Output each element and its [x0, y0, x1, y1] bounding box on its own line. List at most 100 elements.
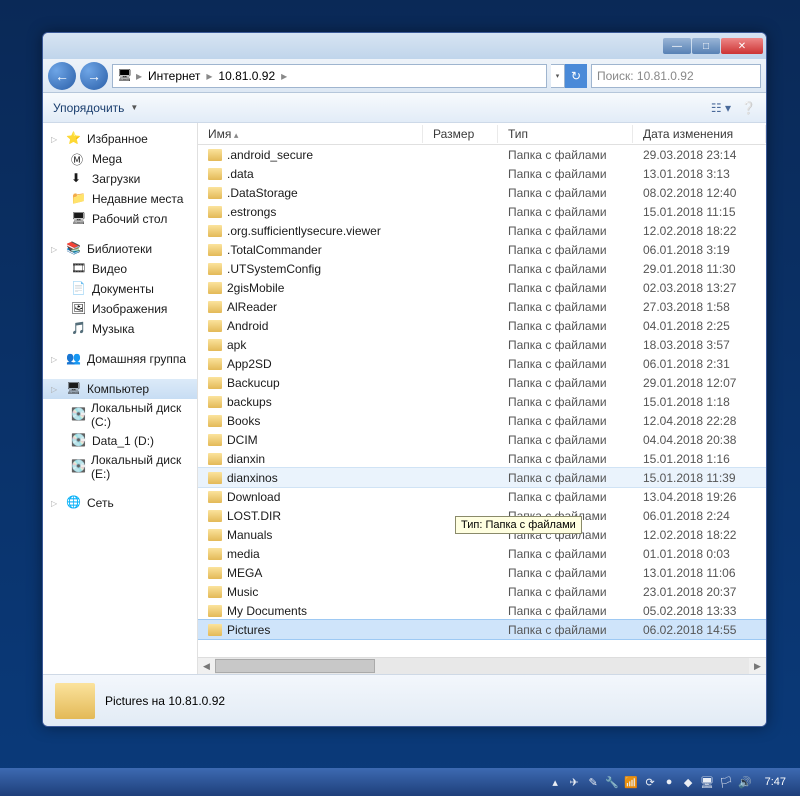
file-name: DCIM	[227, 433, 258, 447]
nav-item[interactable]: 💽Data_1 (D:)	[43, 431, 197, 451]
search-input[interactable]: Поиск: 10.81.0.92	[591, 64, 761, 88]
scroll-right-arrow[interactable]: ▶	[749, 658, 766, 674]
nav-item[interactable]: 📄Документы	[43, 279, 197, 299]
file-date: 02.03.2018 13:27	[633, 281, 766, 295]
folder-icon	[208, 301, 222, 313]
folder-icon	[208, 225, 222, 237]
scroll-left-arrow[interactable]: ◀	[198, 658, 215, 674]
minimize-button[interactable]: —	[663, 38, 691, 54]
favorites-group[interactable]: ⭐ Избранное	[43, 129, 197, 149]
nav-item[interactable]: 💽Локальный диск (E:)	[43, 451, 197, 483]
nav-item[interactable]: ⓂMega	[43, 149, 197, 169]
address-bar[interactable]: 🖥 ▸ Интернет ▸ 10.81.0.92 ▸	[112, 64, 547, 88]
breadcrumb-item[interactable]: 10.81.0.92	[215, 69, 278, 83]
nav-item-label: Недавние места	[92, 192, 183, 206]
file-row[interactable]: .estrongsПапка с файлами15.01.2018 11:15	[198, 202, 766, 221]
file-row[interactable]: 2gisMobileПапка с файлами02.03.2018 13:2…	[198, 278, 766, 297]
tray-icon-volume[interactable]: 🔊	[738, 775, 753, 790]
file-name: Android	[227, 319, 268, 333]
folder-icon	[208, 168, 222, 180]
taskbar[interactable]: ▴ ✈ ✎ 🔧 📶 ⟳ ● ◆ 🖥 🏳 🔊 7:47	[0, 768, 800, 796]
maximize-button[interactable]: □	[692, 38, 720, 54]
file-row[interactable]: MEGAПапка с файлами13.01.2018 11:06	[198, 563, 766, 582]
tray-expand-icon[interactable]: ▴	[548, 775, 563, 790]
file-date: 15.01.2018 1:16	[633, 452, 766, 466]
view-button[interactable]: ☷ ▾	[711, 101, 731, 115]
file-date: 29.01.2018 11:30	[633, 262, 766, 276]
nav-item[interactable]: 🎵Музыка	[43, 319, 197, 339]
file-name: .UTSystemConfig	[227, 262, 321, 276]
tray-icon-network[interactable]: 📶	[624, 775, 639, 790]
file-type: Папка с файлами	[498, 281, 633, 295]
column-name[interactable]: Имя	[198, 125, 423, 143]
file-row[interactable]: AlReaderПапка с файлами27.03.2018 1:58	[198, 297, 766, 316]
computer-group[interactable]: 🖥 Компьютер	[43, 379, 197, 399]
file-row[interactable]: BackucupПапка с файлами29.01.2018 12:07	[198, 373, 766, 392]
file-type: Папка с файлами	[498, 490, 633, 504]
tray-icon[interactable]: 🖥	[700, 775, 715, 790]
nav-item[interactable]: ⬇Загрузки	[43, 169, 197, 189]
file-row[interactable]: DownloadПапка с файлами13.04.2018 19:26	[198, 487, 766, 506]
nav-item[interactable]: 💽Локальный диск (C:)	[43, 399, 197, 431]
tray-icon[interactable]: 🔧	[605, 775, 620, 790]
nav-item[interactable]: 🎞Видео	[43, 259, 197, 279]
file-name: media	[227, 547, 260, 561]
libraries-group[interactable]: 📚 Библиотеки	[43, 239, 197, 259]
file-row[interactable]: My DocumentsПапка с файлами05.02.2018 13…	[198, 601, 766, 620]
help-button[interactable]: ❔	[741, 101, 756, 115]
file-row[interactable]: backupsПапка с файлами15.01.2018 1:18	[198, 392, 766, 411]
file-row[interactable]: .UTSystemConfigПапка с файлами29.01.2018…	[198, 259, 766, 278]
file-row[interactable]: PicturesПапка с файлами06.02.2018 14:55	[198, 620, 766, 639]
file-row[interactable]: mediaПапка с файлами01.01.2018 0:03	[198, 544, 766, 563]
column-size[interactable]: Размер	[423, 125, 498, 143]
file-list[interactable]: .android_secureПапка с файлами29.03.2018…	[198, 145, 766, 657]
file-row[interactable]: apkПапка с файлами18.03.2018 3:57	[198, 335, 766, 354]
homegroup[interactable]: 👥 Домашняя группа	[43, 349, 197, 369]
tray-icon-lang[interactable]: 🏳	[719, 775, 734, 790]
refresh-button[interactable]: ↻	[565, 64, 587, 88]
toolbar: Упорядочить ▼ ☷ ▾ ❔	[43, 93, 766, 123]
file-row[interactable]: DCIMПапка с файлами04.04.2018 20:38	[198, 430, 766, 449]
file-row[interactable]: .android_secureПапка с файлами29.03.2018…	[198, 145, 766, 164]
clock[interactable]: 7:47	[757, 776, 794, 788]
file-date: 04.04.2018 20:38	[633, 433, 766, 447]
tray-icon-telegram[interactable]: ✈	[567, 775, 582, 790]
nav-item[interactable]: 🖥Рабочий стол	[43, 209, 197, 229]
nav-item[interactable]: 📁Недавние места	[43, 189, 197, 209]
forward-button[interactable]: →	[80, 62, 108, 90]
file-row[interactable]: MusicПапка с файлами23.01.2018 20:37	[198, 582, 766, 601]
breadcrumb-item[interactable]: Интернет	[145, 69, 203, 83]
breadcrumb-separator: ▸	[281, 69, 287, 83]
file-row[interactable]: .DataStorageПапка с файлами08.02.2018 12…	[198, 183, 766, 202]
file-row[interactable]: App2SDПапка с файлами06.01.2018 2:31	[198, 354, 766, 373]
file-type: Папка с файлами	[498, 357, 633, 371]
file-row[interactable]: BooksПапка с файлами12.04.2018 22:28	[198, 411, 766, 430]
nav-item[interactable]: 🖼Изображения	[43, 299, 197, 319]
tray-icon[interactable]: ◆	[681, 775, 696, 790]
address-history-dropdown[interactable]: ▾	[551, 64, 565, 88]
file-row[interactable]: .TotalCommanderПапка с файлами06.01.2018…	[198, 240, 766, 259]
file-row[interactable]: .dataПапка с файлами13.01.2018 3:13	[198, 164, 766, 183]
file-date: 05.02.2018 13:33	[633, 604, 766, 618]
file-date: 15.01.2018 11:15	[633, 205, 766, 219]
horizontal-scrollbar[interactable]: ◀ ▶	[198, 657, 766, 674]
tray-icon[interactable]: ●	[662, 775, 677, 790]
computer-icon: 🖥	[117, 68, 133, 84]
column-date[interactable]: Дата изменения	[633, 125, 766, 143]
file-type: Папка с файлами	[498, 566, 633, 580]
file-row[interactable]: dianxinosПапка с файлами15.01.2018 11:39	[198, 468, 766, 487]
file-name: .android_secure	[227, 148, 313, 162]
file-row[interactable]: dianxinПапка с файлами15.01.2018 1:16	[198, 449, 766, 468]
tray-icon[interactable]: ⟳	[643, 775, 658, 790]
file-row[interactable]: AndroidПапка с файлами04.01.2018 2:25	[198, 316, 766, 335]
file-row[interactable]: .org.sufficientlysecure.viewerПапка с фа…	[198, 221, 766, 240]
nav-item-label: Загрузки	[92, 172, 140, 186]
organize-menu[interactable]: Упорядочить ▼	[53, 101, 140, 115]
tray-icon[interactable]: ✎	[586, 775, 601, 790]
scrollbar-thumb[interactable]	[215, 659, 375, 673]
file-name: dianxin	[227, 452, 265, 466]
back-button[interactable]: ←	[48, 62, 76, 90]
close-button[interactable]: ✕	[721, 38, 763, 54]
network-group[interactable]: 🌐 Сеть	[43, 493, 197, 513]
column-type[interactable]: Тип	[498, 125, 633, 143]
